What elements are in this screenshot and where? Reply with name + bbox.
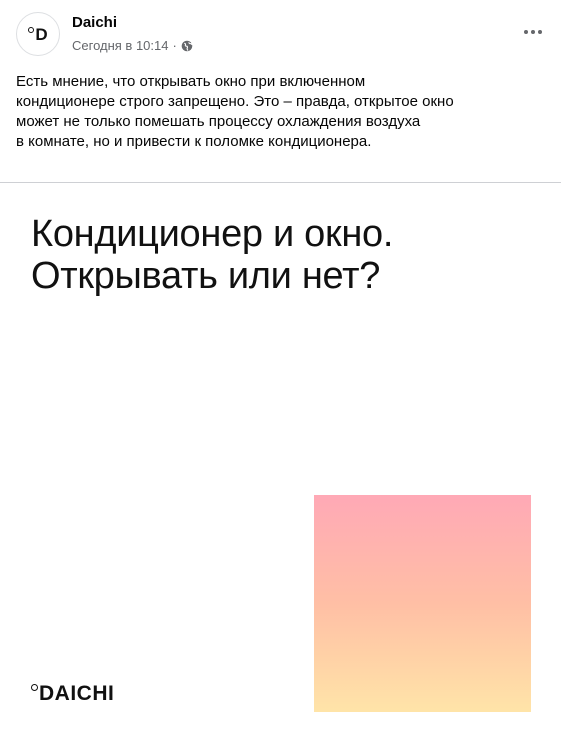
more-icon	[524, 30, 528, 34]
post-text: Есть мнение, что открывать окно при вклю…	[16, 72, 536, 152]
gradient-square	[314, 495, 531, 712]
globe-icon[interactable]	[181, 40, 193, 52]
post-text-line: кондиционере строго запрещено. Это – пра…	[16, 93, 454, 110]
logo-ring-icon	[31, 684, 38, 691]
avatar[interactable]: D	[16, 12, 60, 56]
brand-logo: DAICHI	[31, 683, 114, 704]
daichi-logo-icon: D	[28, 26, 48, 43]
post-meta: Сегодня в 10:14 ·	[72, 38, 193, 53]
post-text-line: в комнате, но и привести к поломке конди…	[16, 133, 372, 150]
post-text-line: может не только помешать процессу охлажд…	[16, 113, 421, 130]
page-name-link[interactable]: Daichi	[72, 14, 117, 31]
image-headline: Кондиционер и окно. Открывать или нет?	[31, 213, 394, 297]
post-text-line: Есть мнение, что открывать окно при вклю…	[16, 73, 366, 90]
timestamp-link[interactable]: Сегодня в 10:14	[72, 38, 168, 53]
more-options-button[interactable]	[519, 22, 547, 42]
post-header: D Daichi Сегодня в 10:14 ·	[0, 0, 561, 66]
post-image[interactable]: Кондиционер и окно. Открывать или нет? D…	[0, 183, 561, 741]
meta-separator: ·	[172, 38, 177, 53]
